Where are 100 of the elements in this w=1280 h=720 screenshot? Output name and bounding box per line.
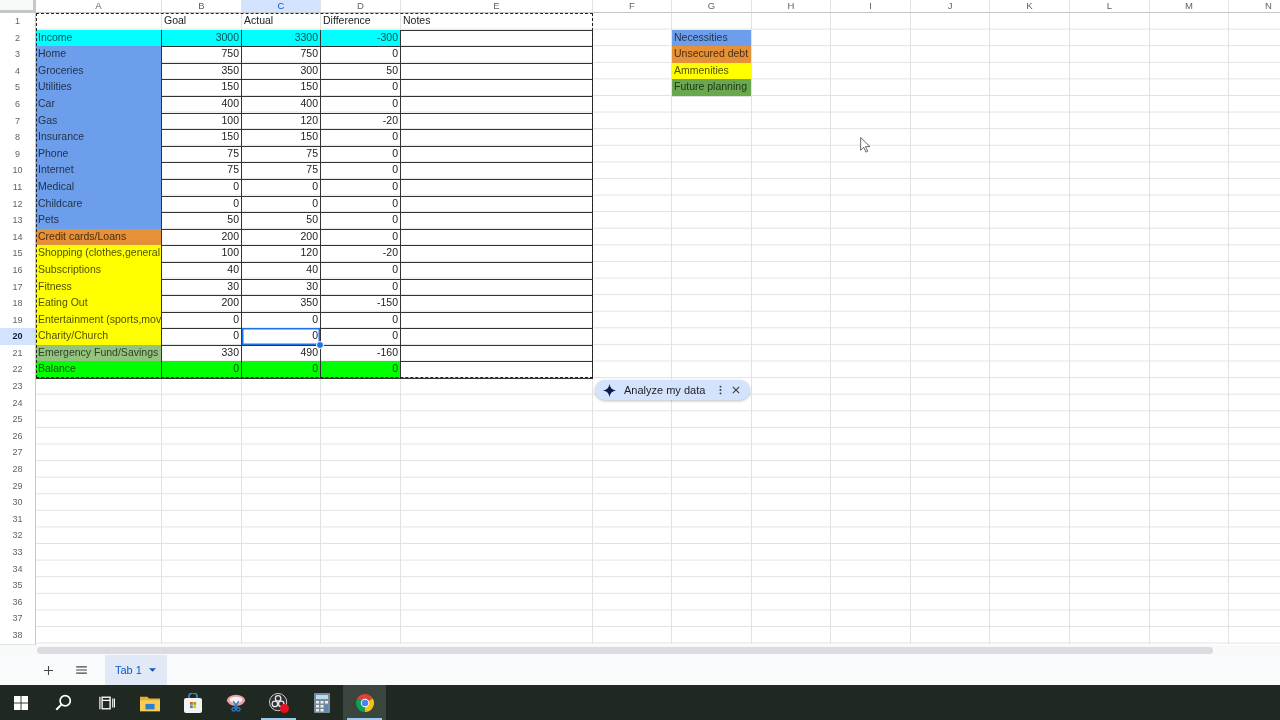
table-cell: 0 — [321, 129, 401, 147]
taskbar-app-button[interactable] — [343, 685, 386, 720]
row-header[interactable]: 33 — [0, 544, 36, 562]
row-header[interactable]: 37 — [0, 610, 36, 628]
table-cell: 0 — [242, 361, 321, 380]
table-cell: 200 — [162, 295, 242, 313]
table-cell: 0 — [242, 328, 321, 346]
row-header[interactable]: 32 — [0, 527, 36, 545]
row-header[interactable]: 30 — [0, 494, 36, 512]
sheet-tab[interactable]: Tab 1 — [105, 655, 167, 685]
table-cell: 200 — [162, 228, 242, 247]
column-header[interactable]: C — [242, 0, 321, 13]
table-cell: 150 — [242, 79, 321, 97]
table-cell: 50 — [162, 212, 242, 230]
legend-item: Unsecured debt — [672, 46, 752, 64]
table-cell: 0 — [162, 311, 242, 330]
row-header[interactable]: 22 — [0, 361, 36, 380]
table-cell: 150 — [242, 129, 321, 147]
table-cell: 75 — [242, 145, 321, 164]
row-label-cell: Income — [36, 29, 162, 48]
row-header[interactable]: 10 — [0, 162, 36, 180]
table-cell: 0 — [321, 228, 401, 247]
row-label-cell: Internet — [36, 162, 162, 180]
row-header[interactable]: 28 — [0, 461, 36, 479]
row-label-cell: Utilities — [36, 79, 162, 97]
table-cell: -150 — [321, 295, 401, 313]
table-cell: 0 — [162, 328, 242, 346]
table-cell: 400 — [242, 95, 321, 114]
table-cell: 0 — [321, 361, 401, 380]
table-cell: 120 — [242, 245, 321, 263]
calculator-icon — [311, 692, 332, 713]
table-cell: -300 — [321, 29, 401, 48]
table-cell: 30 — [162, 278, 242, 297]
table-cell: 300 — [242, 62, 321, 81]
table-cell: 75 — [162, 145, 242, 164]
plus-icon — [43, 665, 53, 675]
table-cell: 0 — [321, 162, 401, 180]
table-cell: 0 — [242, 195, 321, 214]
heading-cell: Notes — [401, 13, 593, 31]
table-cell: 100 — [162, 112, 242, 131]
row-header[interactable]: 13 — [0, 212, 36, 230]
row-label-cell: Home — [36, 46, 162, 64]
analyze-button[interactable]: Analyze my data — [622, 384, 712, 396]
row-header[interactable]: 25 — [0, 411, 36, 429]
table-cell: 0 — [162, 195, 242, 214]
table-cell: 0 — [321, 195, 401, 214]
table-cell: 0 — [321, 95, 401, 114]
row-header[interactable]: 5 — [0, 79, 36, 97]
table-cell: 0 — [321, 261, 401, 280]
table-cell: 350 — [162, 62, 242, 81]
row-label-cell: Pets — [36, 212, 162, 230]
browser-circle-icon — [354, 692, 375, 713]
table-cell: 75 — [162, 162, 242, 180]
table-cell: 0 — [321, 278, 401, 297]
mouse-pointer-icon — [860, 137, 871, 153]
row-header[interactable]: 20 — [0, 328, 36, 346]
row-header[interactable]: 15 — [0, 245, 36, 263]
ring-logo-icon — [268, 692, 289, 713]
table-cell: 0 — [162, 178, 242, 197]
table-cell: 400 — [162, 95, 242, 114]
table-cell: 40 — [162, 261, 242, 280]
fill-handle[interactable] — [316, 340, 324, 349]
table-cell: 0 — [321, 79, 401, 97]
caret-icon — [148, 668, 156, 672]
close-icon — [732, 386, 741, 394]
table-cell: 75 — [242, 162, 321, 180]
table-cell: 100 — [162, 245, 242, 263]
table-cell: 3000 — [162, 29, 242, 48]
table-cell: 0 — [321, 212, 401, 230]
row-label-cell: Balance — [36, 361, 162, 380]
row-header[interactable]: 27 — [0, 444, 36, 463]
table-cell: 0 — [242, 311, 321, 330]
table-cell: 750 — [162, 46, 242, 64]
row-label-cell: Eating Out — [36, 295, 162, 313]
table-cell: 750 — [242, 46, 321, 64]
row-header[interactable]: 8 — [0, 129, 36, 147]
table-cell: 150 — [162, 79, 242, 97]
table-cell: 40 — [242, 261, 321, 280]
search-icon — [55, 694, 72, 711]
table-cell: 0 — [242, 178, 321, 197]
table-cell: 0 — [321, 328, 401, 346]
scissors-icon — [225, 692, 246, 713]
row-header[interactable]: 18 — [0, 295, 36, 313]
table-cell: 30 — [242, 278, 321, 297]
table-cell: 150 — [162, 129, 242, 147]
four-panes-icon — [14, 695, 28, 710]
row-header[interactable]: 1 — [0, 13, 36, 31]
sparkle-icon — [603, 383, 616, 397]
row-label-cell: Charity/Church — [36, 328, 162, 346]
row-header[interactable]: 35 — [0, 577, 36, 595]
table-cell: 350 — [242, 295, 321, 313]
row-header[interactable]: 3 — [0, 46, 36, 64]
table-cell: 0 — [321, 311, 401, 330]
table-cell: 200 — [242, 228, 321, 247]
more-vert-icon — [719, 385, 723, 395]
table-cell: 120 — [242, 112, 321, 131]
horizontal-scrollbar[interactable] — [37, 646, 1213, 654]
window-stack-icon — [98, 694, 115, 711]
table-cell: 0 — [162, 361, 242, 380]
row-header[interactable]: 23 — [0, 378, 36, 396]
